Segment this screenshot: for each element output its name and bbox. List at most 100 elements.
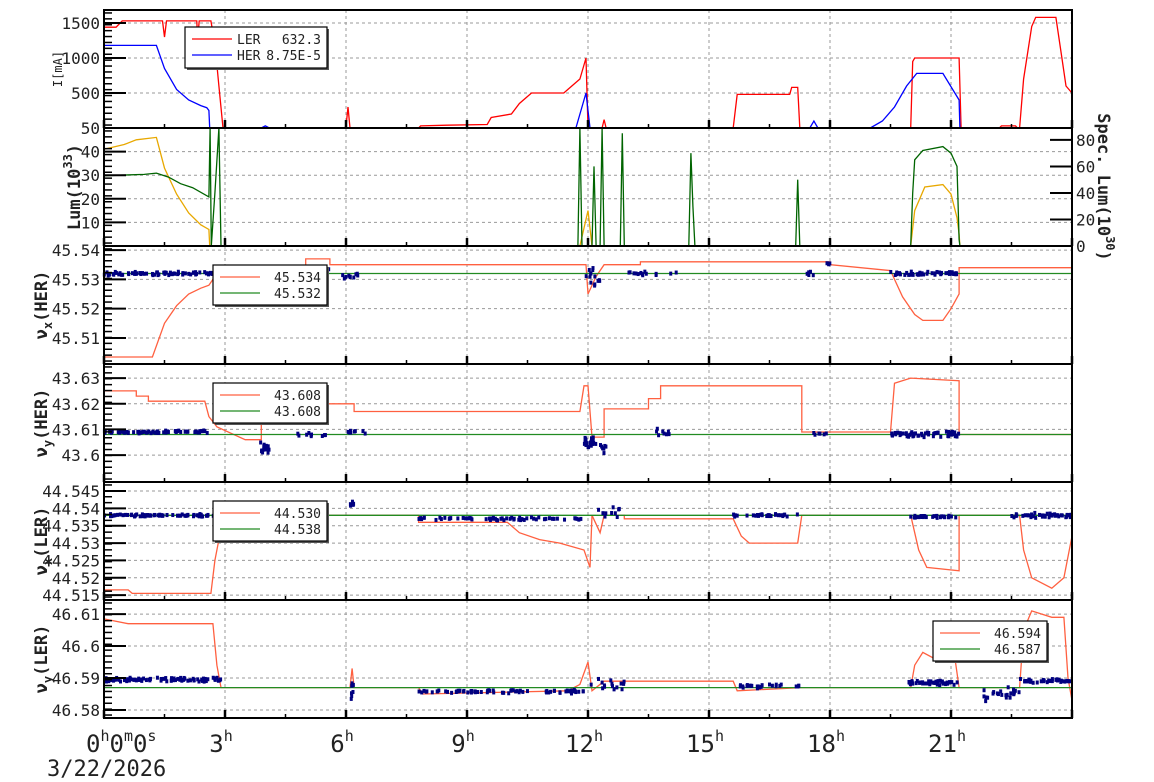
legend-name: HER [237,49,261,64]
measured-tune-point [589,436,593,441]
measured-tune-point [1068,679,1072,684]
measured-tune-point [1053,513,1057,518]
measured-tune-point [654,273,658,278]
measured-tune-point [310,432,314,437]
measured-tune-point [470,688,474,693]
measured-tune-point [118,679,122,684]
measured-tune-point [948,680,952,685]
measured-tune-point [589,280,593,285]
y-axis-label-script: y [41,676,55,683]
measured-tune-point [434,517,438,522]
measured-tune-point [610,511,614,516]
measured-tune-point [196,430,200,435]
x-date-label: 3/22/2026 [47,757,166,782]
measured-tune-point [322,433,326,438]
legend: 46.59446.587 [932,620,1049,663]
legend-value: 46.594 [994,627,1041,642]
measured-tune-point [923,514,927,519]
measured-tune-point [601,446,605,451]
measured-tune-point [600,680,604,685]
measured-tune-point [138,514,142,519]
measured-tune-point [590,442,594,447]
measured-tune-point [916,433,920,438]
measured-tune-point [955,680,959,685]
legend-value: 43.608 [274,389,321,404]
measured-tune-point [147,677,151,682]
measured-tune-point [512,516,516,521]
measured-tune-point [910,680,914,685]
measured-tune-point [1009,691,1013,696]
measured-tune-point [923,431,927,436]
measured-tune-point [627,270,631,275]
measured-tune-point [164,428,168,433]
measured-tune-point [261,450,265,455]
x-tick-value: 12 [565,730,594,758]
x-tick-value: 21 [928,730,957,758]
measured-tune-point [954,515,958,520]
y-tick-label: 43.63 [52,369,100,388]
tune-luminosity-chart: 15001000500I[mA]5040302010Lum(1033) 80604… [32,9,1117,782]
measured-tune-point [207,271,211,276]
y-tick-label: 1500 [61,14,100,33]
measured-tune-point [525,689,529,694]
measured-tune-point [259,440,263,445]
measured-tune-point [999,689,1003,694]
measured-tune-point [487,516,491,521]
x-tick-label: 3h [209,727,232,758]
measured-tune-point [602,451,606,456]
y-tick-label: 45.52 [52,300,100,319]
measured-tune-point [611,505,615,510]
measured-tune-point [145,430,149,435]
measured-tune-point [982,688,986,693]
measured-tune-point [1043,513,1047,518]
measured-tune-point [615,515,619,520]
measured-tune-point [422,515,426,520]
measured-tune-point [183,429,187,434]
measured-tune-point [201,429,205,434]
measured-tune-point [774,682,778,687]
measured-tune-point [768,514,772,519]
measured-tune-point [619,681,623,686]
x-tick-value: 18 [807,730,836,758]
legend-value: 44.538 [274,523,321,538]
measured-tune-point [155,270,159,275]
measured-tune-point [213,677,217,682]
measured-tune-point [517,517,521,522]
y-tick-label: 45.51 [52,329,100,348]
x-origin-m_sup: m [124,727,133,745]
measured-tune-point [118,430,122,435]
measured-tune-point [890,433,894,438]
measured-tune-point [545,690,549,695]
measured-tune-point [930,271,934,276]
measured-tune-point [1050,677,1054,682]
measured-tune-point [597,507,601,512]
measured-tune-point [738,684,742,689]
measured-tune-point [118,271,122,276]
measured-tune-point [153,512,157,517]
measured-tune-point [188,678,192,683]
measured-tune-point [137,429,141,434]
legend: 45.53445.532 [212,264,329,307]
measured-tune-point [1027,513,1031,518]
measured-tune-point [1062,679,1066,684]
measured-tune-point [122,430,126,435]
measured-tune-point [1065,512,1069,517]
legend-value: 44.530 [274,507,321,522]
y-tick-label: 44.52 [52,569,100,588]
measured-tune-point [995,691,999,696]
measured-tune-point [305,432,309,437]
y-axis-label-script: 33 [61,154,75,168]
measured-tune-point [1027,677,1031,682]
measured-tune-point [583,435,587,440]
measured-tune-point [130,512,134,517]
measured-tune-point [779,513,783,518]
measured-tune-point [947,271,951,276]
measured-tune-point [547,516,551,521]
measured-tune-point [155,429,159,434]
measured-tune-point [116,512,120,517]
legend: 43.60843.608 [212,382,329,425]
measured-tune-point [926,269,930,274]
measured-tune-point [165,513,169,518]
measured-tune-point [947,513,951,518]
measured-tune-point [597,278,601,283]
